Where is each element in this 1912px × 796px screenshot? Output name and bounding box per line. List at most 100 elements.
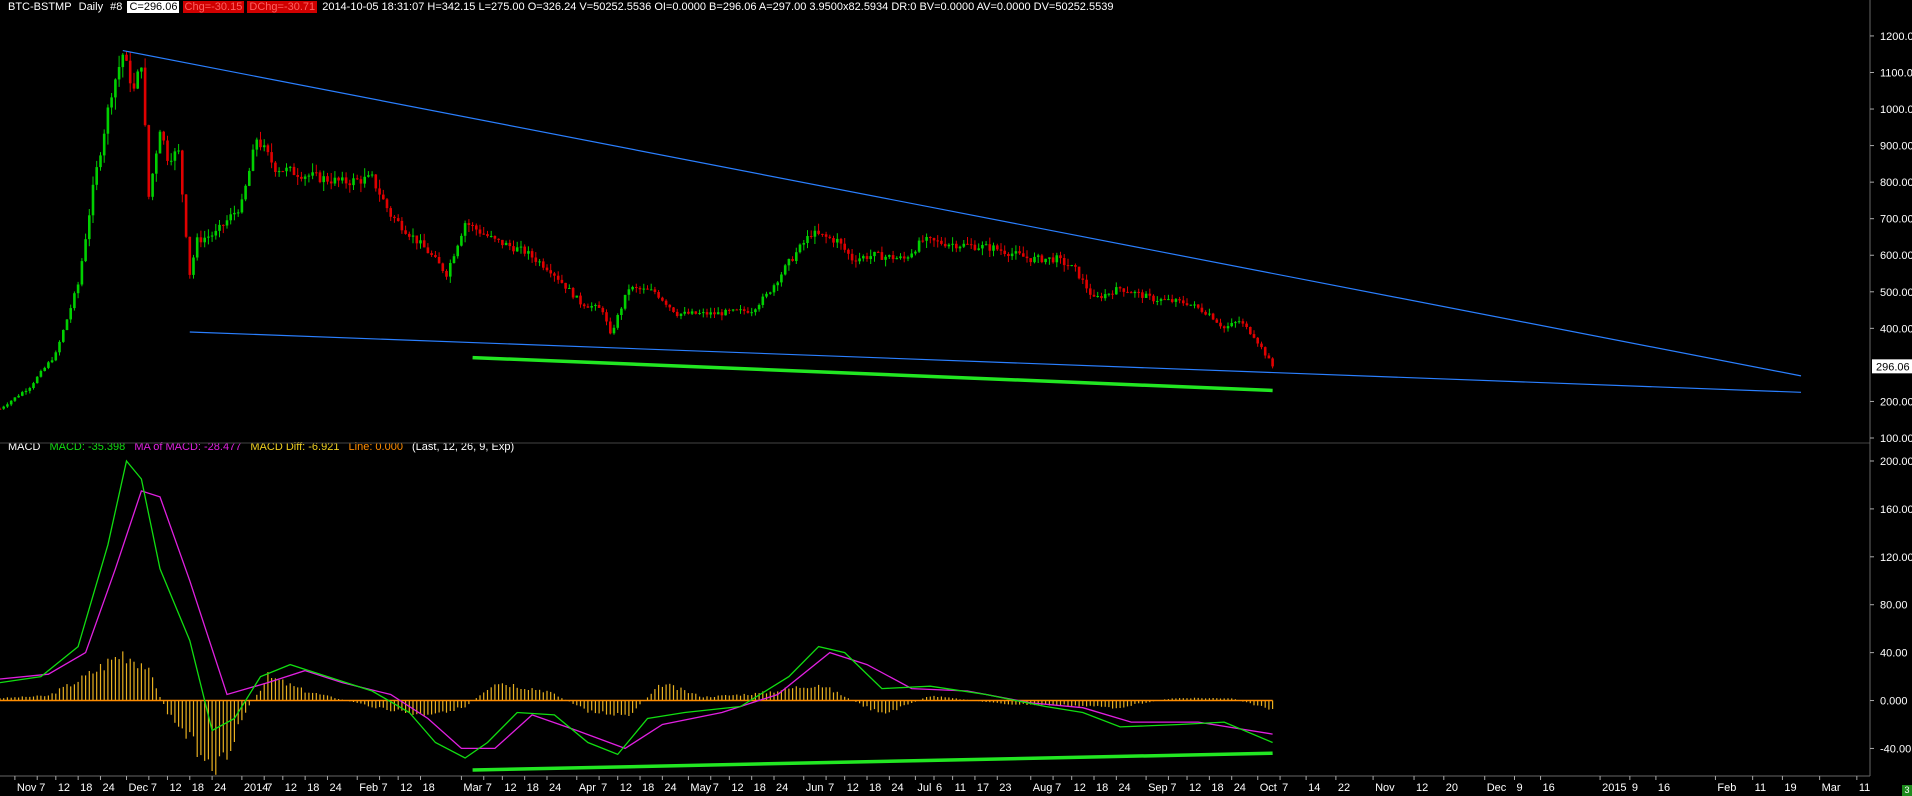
candle-body <box>471 225 474 226</box>
candle-body <box>560 279 564 283</box>
candle-body <box>452 256 456 263</box>
candle-body <box>612 327 616 334</box>
candle-body <box>1200 307 1204 312</box>
candle-body <box>776 282 779 286</box>
candle-body <box>988 244 992 251</box>
candle-body <box>54 352 58 361</box>
candle-body <box>921 240 925 242</box>
candle-body <box>434 255 437 257</box>
date-tick-label: 18 <box>754 782 766 794</box>
candle-body <box>88 215 91 240</box>
candle-body <box>880 252 884 260</box>
candle-body <box>181 150 184 195</box>
price-tick-label: 800.00 <box>1880 177 1912 189</box>
candle-body <box>1211 313 1215 320</box>
candle-body <box>579 295 582 305</box>
trendline-wedge-support <box>189 331 1802 393</box>
candle-body <box>1182 300 1185 304</box>
price-tick-label: 1100.00 <box>1880 67 1912 79</box>
candle-body <box>527 251 530 254</box>
candle-body <box>854 260 858 262</box>
candle-body <box>984 244 988 246</box>
candle-body <box>1144 293 1148 298</box>
macd-tick-label: -40.00 <box>1880 743 1911 755</box>
price-tick-label: 900.00 <box>1880 141 1912 153</box>
candle-body <box>590 306 593 308</box>
candle-body <box>1115 287 1118 295</box>
candle-body <box>1007 254 1010 256</box>
candle-body <box>515 247 519 252</box>
date-tick-label: Oct <box>1260 782 1277 794</box>
candle-body <box>627 289 631 295</box>
candle-body <box>553 273 556 276</box>
price-tick-label: 500.00 <box>1880 287 1912 299</box>
date-tick-label: Nov <box>17 782 37 794</box>
date-tick-label: 17 <box>977 782 989 794</box>
date-tick-label: 7 <box>1055 782 1061 794</box>
candle-body <box>441 263 445 271</box>
candle-body <box>422 240 426 248</box>
candle-body <box>1062 258 1066 266</box>
candle-body <box>367 175 370 177</box>
candle-body <box>437 257 441 264</box>
candle-body <box>568 288 571 289</box>
date-tick-label: 12 <box>1189 782 1201 794</box>
candle-body <box>177 150 180 152</box>
date-tick-label: 2015 <box>1602 782 1626 794</box>
candle-body <box>449 263 452 277</box>
candle-body <box>906 257 910 259</box>
candle-body <box>902 256 906 259</box>
candle-body <box>1126 291 1129 293</box>
date-tick-label: Jul <box>917 782 931 794</box>
candle-body <box>288 166 292 168</box>
candle-body <box>958 246 962 249</box>
candle-body <box>162 131 165 141</box>
macd-tick-label: 160.00 <box>1880 504 1912 516</box>
candle-body <box>947 244 951 247</box>
date-tick-label: 7 <box>151 782 157 794</box>
candle-body <box>6 404 9 407</box>
candle-body <box>1159 299 1163 301</box>
candle-body <box>1003 250 1006 254</box>
candle-body <box>713 312 716 315</box>
date-tick-label: 12 <box>169 782 181 794</box>
candle-body <box>683 311 686 314</box>
candle-body <box>1148 293 1152 296</box>
candle-body <box>828 236 832 238</box>
candle-body <box>1111 293 1114 295</box>
candle-body <box>791 259 794 261</box>
candle-body <box>210 235 214 237</box>
candle-body <box>1230 323 1233 327</box>
price-tick-label: 1200.00 <box>1880 31 1912 43</box>
candle-body <box>285 167 288 172</box>
candle-body <box>91 184 95 216</box>
candle-body <box>635 287 638 288</box>
date-tick-label: 24 <box>776 782 788 794</box>
candle-body <box>329 181 333 184</box>
candle-body <box>95 167 98 185</box>
candle-body <box>50 360 54 363</box>
date-tick-label: 24 <box>549 782 561 794</box>
price-tick-label: 700.00 <box>1880 214 1912 226</box>
candle-body <box>393 216 396 219</box>
candle-body <box>415 235 419 244</box>
candle-body <box>1156 301 1159 302</box>
candle-body <box>493 236 497 239</box>
candle-body <box>463 223 467 236</box>
candle-body <box>642 288 646 290</box>
candle-body <box>888 255 891 257</box>
chart-canvas[interactable]: 1200.00 1100.00 1000.00 900.00 800.00 700.00 6… <box>0 0 1912 796</box>
candle-body <box>1208 313 1211 315</box>
candle-body <box>140 67 143 72</box>
candle-body <box>125 54 128 61</box>
candle-body <box>1170 299 1174 302</box>
candle-body <box>214 230 218 236</box>
candle-body <box>925 237 928 241</box>
candle-body <box>754 309 757 313</box>
candle-body <box>672 307 675 312</box>
candle-body <box>199 237 203 243</box>
candle-body <box>1141 292 1144 298</box>
macd-tick-label: 120.00 <box>1880 552 1912 564</box>
date-tick-label: Mar <box>463 782 482 794</box>
candle-body <box>1215 319 1219 323</box>
